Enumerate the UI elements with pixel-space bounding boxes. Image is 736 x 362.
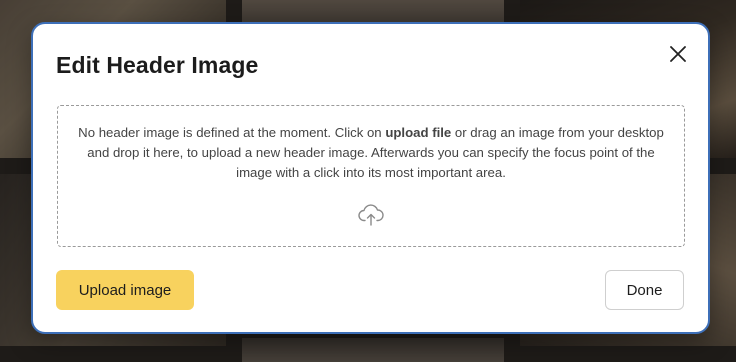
dialog-title: Edit Header Image xyxy=(56,52,259,78)
done-button[interactable]: Done xyxy=(605,270,684,310)
upload-file-link[interactable]: upload file xyxy=(385,125,451,140)
close-icon xyxy=(670,46,686,62)
background-image-tile xyxy=(242,338,504,362)
upload-image-button[interactable]: Upload image xyxy=(56,270,194,310)
cloud-upload-icon xyxy=(358,204,384,226)
dropzone-text-before: No header image is defined at the moment… xyxy=(78,125,386,140)
close-button[interactable] xyxy=(666,42,690,66)
edit-header-image-dialog: Edit Header Image No header image is def… xyxy=(31,22,710,334)
background-image-tile xyxy=(242,0,504,24)
image-dropzone[interactable]: No header image is defined at the moment… xyxy=(57,105,685,247)
dropzone-instructions: No header image is defined at the moment… xyxy=(76,123,666,183)
